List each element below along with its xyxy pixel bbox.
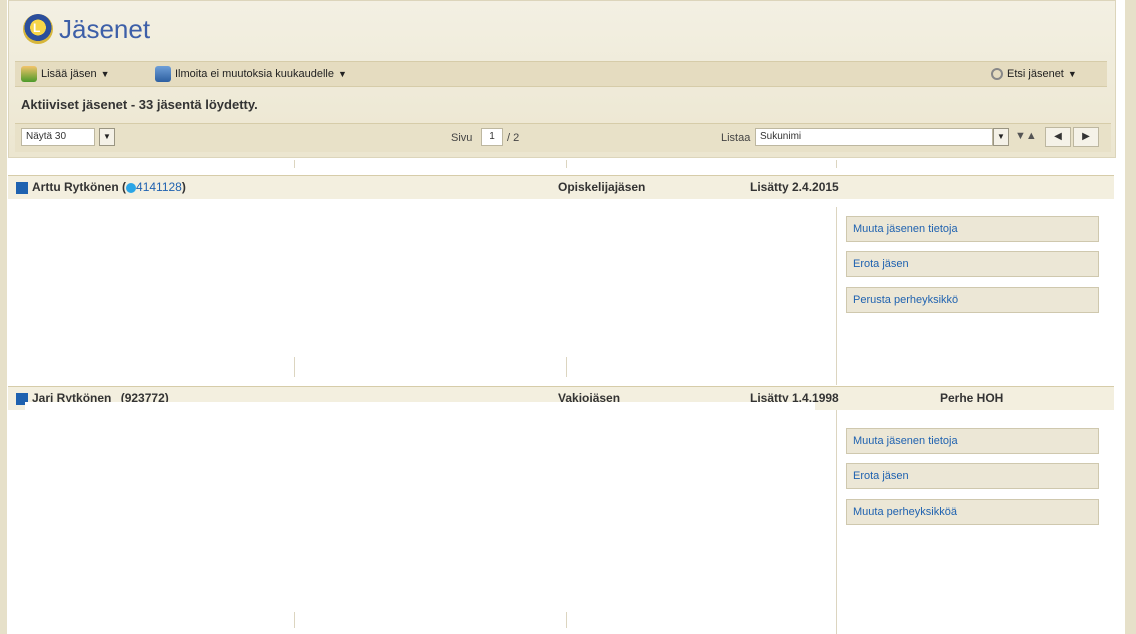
remove-member-button[interactable]: Erota jäsen xyxy=(846,463,1099,489)
page-size-select[interactable]: Näytä 30 xyxy=(21,128,95,146)
report-no-changes-button[interactable]: Ilmoita ei muutoksia kuukaudelle ▼ xyxy=(155,64,347,84)
member-row-header: Arttu Rytkönen (4141128) Opiskelijajäsen… xyxy=(8,175,1114,199)
page-size-dropdown-icon[interactable]: ▼ xyxy=(99,128,115,146)
member-id-link[interactable]: 4141128 xyxy=(136,180,182,194)
member-family-role: Perhe HOH xyxy=(940,391,1004,405)
report-icon xyxy=(155,66,171,82)
redacted-area xyxy=(25,402,815,632)
column-divider xyxy=(566,160,567,168)
search-members-button[interactable]: Etsi jäsenet ▼ xyxy=(991,64,1077,84)
sort-select[interactable]: Sukunimi xyxy=(755,128,993,146)
report-no-changes-label: Ilmoita ei muutoksia kuukaudelle xyxy=(175,68,334,80)
list-controls: Näytä 30 ▼ Sivu 1 / 2 Listaa Sukunimi ▼ … xyxy=(15,123,1111,152)
create-family-unit-button[interactable]: Perusta perheyksikkö xyxy=(846,287,1099,313)
edit-member-button[interactable]: Muuta jäsenen tietoja xyxy=(846,428,1099,454)
column-divider xyxy=(294,357,295,377)
page-total: / 2 xyxy=(507,132,520,144)
remove-member-button[interactable]: Erota jäsen xyxy=(846,251,1099,277)
sort-dropdown-icon[interactable]: ▼ xyxy=(993,128,1009,146)
action-column-divider xyxy=(836,207,837,385)
search-members-label: Etsi jäsenet xyxy=(1007,68,1064,80)
result-status: Aktiiviset jäsenet - 33 jäsentä löydetty… xyxy=(21,97,258,112)
column-divider xyxy=(836,160,837,168)
prev-page-button[interactable]: ◀ xyxy=(1045,127,1071,147)
sort-direction-icon[interactable]: ▼▲ xyxy=(1015,130,1037,142)
page-number-input[interactable]: 1 xyxy=(481,128,503,146)
add-member-button[interactable]: Lisää jäsen ▼ xyxy=(21,64,110,84)
skype-icon xyxy=(126,182,137,193)
edit-member-button[interactable]: Muuta jäsenen tietoja xyxy=(846,216,1099,242)
page-title: Jäsenet xyxy=(59,13,151,44)
add-member-label: Lisää jäsen xyxy=(41,68,97,80)
next-page-button[interactable]: ▶ xyxy=(1073,127,1099,147)
right-frame xyxy=(1125,0,1136,634)
chevron-down-icon: ▼ xyxy=(100,69,110,79)
page-label: Sivu xyxy=(451,132,473,144)
toolbar: Lisää jäsen ▼ Ilmoita ei muutoksia kuuka… xyxy=(15,61,1107,87)
sort-label: Listaa xyxy=(721,132,751,144)
add-user-icon xyxy=(21,66,37,82)
member-type: Opiskelijajäsen xyxy=(558,180,646,194)
column-divider xyxy=(294,160,295,168)
title-row: Jäsenet xyxy=(23,9,150,49)
search-icon xyxy=(991,68,1003,80)
member-marker-icon xyxy=(16,182,28,194)
action-column-divider xyxy=(836,410,837,634)
column-divider xyxy=(294,612,295,628)
column-divider xyxy=(566,357,567,377)
column-divider xyxy=(566,612,567,628)
members-panel: Jäsenet Lisää jäsen ▼ Ilmoita ei muutoks… xyxy=(8,0,1116,158)
lions-logo-icon xyxy=(23,14,53,44)
chevron-down-icon: ▼ xyxy=(1067,69,1077,79)
chevron-down-icon: ▼ xyxy=(337,69,347,79)
member-name: Arttu Rytkönen (4141128) xyxy=(32,180,186,194)
left-frame xyxy=(0,0,7,634)
member-added-date: Lisätty 2.4.2015 xyxy=(750,180,839,194)
change-family-unit-button[interactable]: Muuta perheyksikköä xyxy=(846,499,1099,525)
